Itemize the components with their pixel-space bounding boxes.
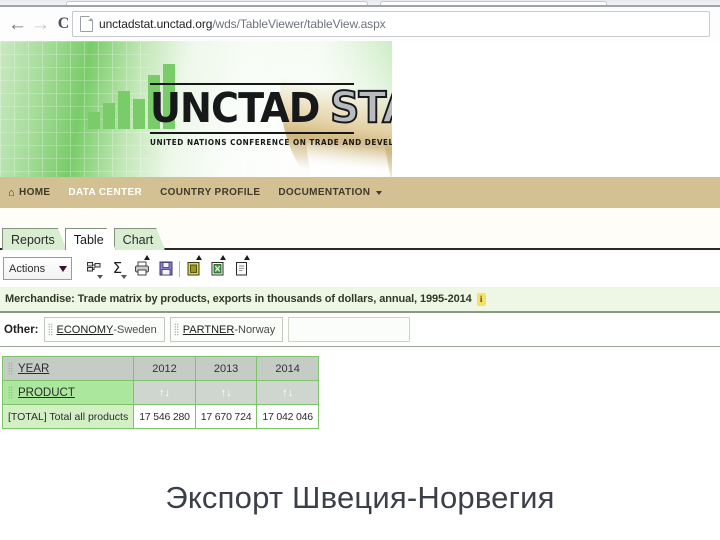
row-header-product[interactable]: PRODUCT — [1, 380, 135, 405]
logo-tagline: UNITED NATIONS CONFERENCE ON TRADE AND D… — [150, 138, 392, 147]
tab-table-label: Table — [73, 232, 104, 247]
slide-caption: Экспорт Швеция-Норвегия — [0, 456, 720, 540]
save-icon[interactable] — [157, 259, 174, 278]
sort-control-2013[interactable]: ↑↓ — [194, 380, 258, 405]
drag-handle-icon[interactable] — [173, 323, 179, 336]
browser-tab-strip — [0, 0, 720, 8]
table-row-year-header: YEAR 2012 2013 2014 — [1, 356, 319, 381]
table-cell-2013: 17 670 724 — [194, 404, 258, 429]
column-header-2013[interactable]: 2013 — [194, 356, 258, 381]
dataset-title-text: Merchandise: Trade matrix by products, e… — [5, 293, 472, 305]
actions-button-label: Actions — [9, 262, 46, 275]
chevron-down-icon — [121, 275, 127, 279]
dimension-chip-economy[interactable]: ECONOMY - Sweden — [43, 317, 165, 342]
tab-chart-label: Chart — [122, 232, 154, 247]
home-icon: ⌂ — [8, 186, 15, 199]
print-icon[interactable] — [133, 255, 150, 278]
sort-arrows-icon: ↑↓ — [159, 386, 171, 399]
row-header-year[interactable]: YEAR — [1, 356, 135, 381]
table-cell-2012: 17 546 280 — [133, 404, 196, 429]
drag-handle-icon[interactable] — [47, 323, 53, 336]
back-arrow-icon[interactable]: ← — [6, 9, 29, 39]
nav-item-documentation-label: DOCUMENTATION — [278, 187, 371, 198]
chevron-down-icon — [97, 275, 103, 279]
tab-reports[interactable]: Reports — [2, 228, 67, 250]
dimension-chip-partner[interactable]: PARTNER - Norway — [169, 317, 284, 342]
address-bar[interactable]: unctadstat.unctad.org/wds/TableViewer/ta… — [72, 11, 710, 37]
dimension-chip-partner-name[interactable]: PARTNER — [183, 324, 235, 336]
site-navigation-bar: ⌂ HOME DATA CENTER COUNTRY PROFILE DOCUM… — [0, 177, 720, 208]
dimension-chip-economy-name[interactable]: ECONOMY — [57, 324, 114, 336]
chevron-down-icon — [59, 265, 67, 272]
slide-caption-text: Экспорт Швеция-Норвегия — [165, 480, 555, 515]
sort-arrows-icon: ↑↓ — [220, 386, 232, 399]
dataset-title-bar: Merchandise: Trade matrix by products, e… — [0, 287, 720, 313]
info-icon[interactable]: i — [476, 292, 486, 306]
sigma-glyph: Σ — [112, 259, 123, 277]
page-document-icon — [80, 16, 93, 32]
toolbar-icon-group-primary: Σ — [85, 255, 174, 279]
sort-control-2014[interactable]: ↑↓ — [256, 380, 319, 405]
dimension-chip-economy-value: Sweden — [117, 323, 157, 336]
row-header-product-label[interactable]: PRODUCT — [18, 387, 75, 399]
sort-control-2012[interactable]: ↑↓ — [133, 380, 196, 405]
sum-sigma-icon[interactable]: Σ — [109, 259, 127, 279]
toolbar-divider — [179, 260, 180, 277]
drag-handle-icon[interactable] — [8, 362, 13, 375]
table-row-product-header: PRODUCT ↑↓ ↑↓ ↑↓ — [1, 380, 319, 405]
address-bar-path: /wds/TableViewer/tableView.aspx — [212, 17, 386, 31]
export-pdf-icon[interactable] — [185, 255, 202, 278]
site-banner: UNCTAD STAT UNITED NATIONS CONFERENCE ON… — [0, 41, 392, 177]
actions-button[interactable]: Actions — [3, 257, 72, 280]
address-bar-url: unctadstat.unctad.org/wds/TableViewer/ta… — [99, 17, 386, 31]
dimension-drop-zone[interactable] — [288, 317, 411, 342]
logo-stat-text: STAT — [329, 83, 392, 133]
table-toolbar: Actions Σ — [0, 252, 720, 285]
drag-handle-icon[interactable] — [8, 386, 13, 399]
pivot-data-table: YEAR 2012 2013 2014 PRODUCT ↑↓ ↑↓ ↑↓ [TO… — [1, 356, 319, 429]
sort-arrows-icon: ↑↓ — [282, 386, 294, 399]
view-tabs-bar: Reports Table Chart — [0, 208, 720, 250]
export-excel-icon[interactable] — [209, 255, 226, 278]
tab-chart[interactable]: Chart — [114, 228, 166, 250]
tab-reports-label: Reports — [11, 232, 55, 247]
table-row: [TOTAL] Total all products 17 546 280 17… — [1, 404, 319, 429]
column-header-2012[interactable]: 2012 — [133, 356, 196, 381]
table-cell-2014: 17 042 046 — [256, 404, 319, 429]
up-arrow-icon — [196, 255, 202, 260]
view-tabs: Reports Table Chart — [2, 228, 163, 250]
address-bar-host: unctadstat.unctad.org — [99, 17, 213, 31]
unctadstat-logo[interactable]: UNCTAD STAT UNITED NATIONS CONFERENCE ON… — [150, 83, 392, 147]
browser-chrome: ← → C 🏠 unctadstat.unctad.org/wds/TableV… — [0, 0, 720, 41]
up-arrow-icon — [144, 255, 150, 260]
nav-item-data-center-label: DATA CENTER — [68, 187, 143, 198]
toolbar-icon-group-export — [185, 255, 250, 278]
up-arrow-icon — [220, 255, 226, 260]
nav-item-home[interactable]: ⌂ HOME — [0, 187, 59, 199]
nav-item-country-profile-label: COUNTRY PROFILE — [160, 187, 261, 198]
column-header-2014[interactable]: 2014 — [256, 356, 319, 381]
filter-bar-label: Other: — [4, 323, 39, 336]
logo-rule-bottom — [150, 132, 354, 134]
forward-arrow-icon[interactable]: → — [29, 9, 52, 39]
nav-item-country-profile[interactable]: COUNTRY PROFILE — [151, 187, 269, 198]
nav-item-home-label: HOME — [19, 187, 51, 198]
table-row-label: [TOTAL] Total all products — [1, 404, 135, 429]
logo-unctad-text: UNCTAD — [150, 84, 320, 132]
logo-wordmark: UNCTAD STAT — [150, 84, 392, 132]
export-csv-icon[interactable] — [233, 255, 250, 278]
row-header-year-label[interactable]: YEAR — [18, 363, 49, 375]
up-arrow-icon — [244, 255, 250, 260]
layout-tree-icon[interactable] — [85, 259, 103, 279]
nav-item-data-center[interactable]: DATA CENTER — [59, 187, 151, 198]
chevron-down-icon — [376, 190, 383, 195]
nav-item-documentation[interactable]: DOCUMENTATION — [269, 187, 391, 198]
tab-table[interactable]: Table — [65, 228, 116, 250]
dimension-filter-bar: Other: ECONOMY - Sweden PARTNER - Norway — [0, 313, 720, 347]
dimension-chip-partner-value: Norway — [238, 323, 276, 336]
